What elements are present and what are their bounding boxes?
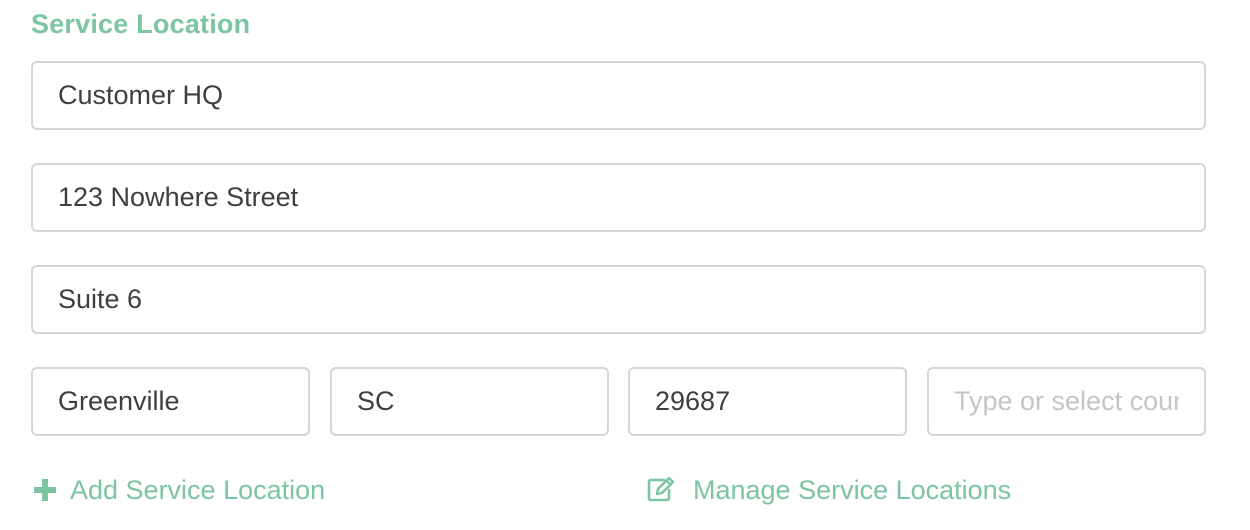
add-service-location-label: Add Service Location bbox=[70, 474, 326, 505]
city-input[interactable] bbox=[31, 367, 310, 436]
address-line2-input[interactable] bbox=[31, 265, 1206, 334]
section-title: Service Location bbox=[31, 9, 251, 39]
state-input[interactable] bbox=[330, 367, 609, 436]
country-input[interactable] bbox=[927, 367, 1206, 436]
add-service-location-link[interactable]: Add Service Location bbox=[31, 472, 325, 508]
manage-service-locations-label: Manage Service Locations bbox=[693, 474, 1012, 505]
manage-service-locations-link[interactable]: Manage Service Locations bbox=[647, 472, 1011, 508]
edit-icon bbox=[647, 476, 675, 504]
plus-icon bbox=[31, 476, 59, 504]
zip-input[interactable] bbox=[628, 367, 907, 436]
address-line1-input[interactable] bbox=[31, 163, 1206, 232]
location-name-input[interactable] bbox=[31, 61, 1206, 130]
